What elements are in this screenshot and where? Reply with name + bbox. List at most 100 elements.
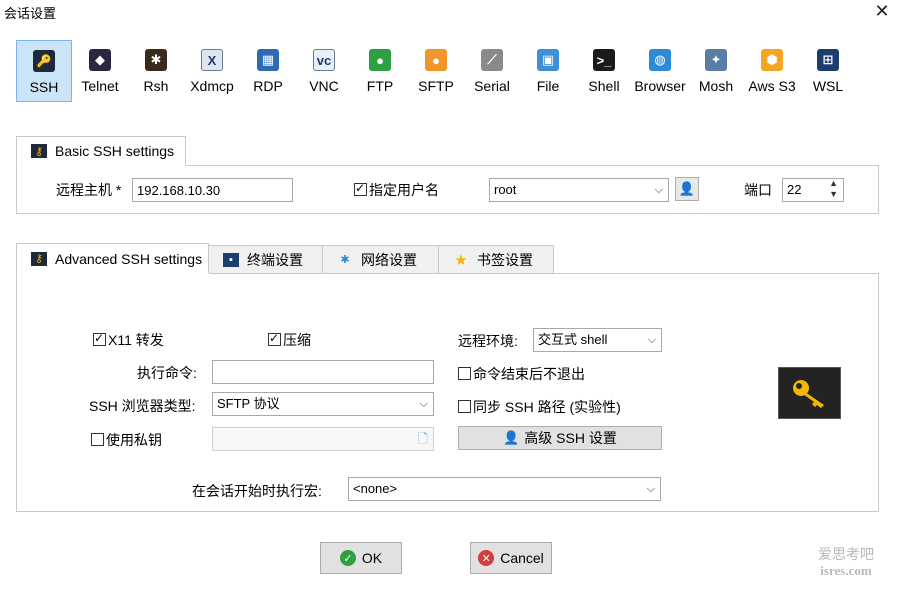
- shell-terminal-icon: >_: [593, 49, 615, 71]
- protocol-label: WSL: [812, 78, 844, 94]
- protocol-ssh[interactable]: 🔑 SSH: [16, 40, 72, 102]
- specify-username-check-icon: [354, 181, 367, 196]
- compression-check-icon: [268, 331, 281, 346]
- compression-checkbox[interactable]: 压缩: [268, 330, 311, 350]
- remote-env-label: 远程环境:: [458, 333, 518, 349]
- macro-combo[interactable]: <none> ⌵: [348, 477, 661, 501]
- tab-advanced-0[interactable]: ⚷ Advanced SSH settings: [16, 243, 209, 274]
- username-value: root: [494, 182, 517, 197]
- follow-ssh-path-label: 同步 SSH 路径 (实验性): [473, 399, 621, 415]
- watermark-line2: isres.com: [820, 563, 872, 578]
- protocol-aws-s3[interactable]: ⬢ Aws S3: [744, 40, 800, 102]
- mosh-antenna-icon: ✦: [705, 49, 727, 71]
- x11-forwarding-checkbox[interactable]: X11 转发: [93, 330, 164, 350]
- protocol-file[interactable]: ▣ File: [520, 40, 576, 102]
- execute-command-input[interactable]: [212, 360, 434, 384]
- key-icon: ⚷: [31, 251, 47, 266]
- private-key-path-field[interactable]: 🗋: [212, 427, 434, 451]
- port-spinner[interactable]: 22 ▲ ▼: [782, 178, 844, 202]
- file-monitor-icon: ▣: [537, 49, 559, 71]
- protocol-telnet[interactable]: ◆ Telnet: [72, 40, 128, 102]
- tab-advanced-2[interactable]: ✱ 网络设置: [322, 245, 439, 274]
- protocol-rdp[interactable]: ▦ RDP: [240, 40, 296, 102]
- cancel-label: Cancel: [500, 550, 544, 566]
- do-not-exit-label: 命令结束后不退出: [473, 366, 585, 382]
- tab-advanced-3[interactable]: ★ 书签设置: [438, 245, 554, 274]
- bookmark-star-icon: ★: [454, 251, 468, 269]
- tab-label: Advanced SSH settings: [55, 250, 203, 267]
- network-settings-icon: ✱: [340, 254, 350, 266]
- protocol-rsh[interactable]: ✱ Rsh: [128, 40, 184, 102]
- cancel-x-circle-icon: ✕: [478, 550, 495, 566]
- remote-env-value: 交互式 shell: [538, 332, 608, 347]
- port-label: 端口: [744, 182, 772, 198]
- macro-value: <none>: [353, 481, 398, 496]
- cancel-button[interactable]: ✕ Cancel: [470, 542, 552, 574]
- spinner-arrows-icon: ▲ ▼: [829, 178, 838, 199]
- ftp-icon: ●: [369, 49, 391, 71]
- ssh-browser-type-label: SSH 浏览器类型:: [89, 398, 196, 414]
- ok-button[interactable]: ✓ OK: [320, 542, 402, 574]
- browser-globe-icon: ◍: [649, 49, 671, 71]
- tab-basic-ssh-label: Basic SSH settings: [55, 143, 175, 159]
- do-not-exit-check-icon: [458, 367, 471, 380]
- execute-command-label: 执行命令:: [137, 365, 197, 381]
- ssh-key-illustration: [778, 367, 841, 419]
- user-icon: 👤: [678, 181, 696, 196]
- protocol-xdmcp[interactable]: X Xdmcp: [184, 40, 240, 102]
- protocol-ftp[interactable]: ● FTP: [352, 40, 408, 102]
- rdp-icon: ▦: [257, 49, 279, 71]
- use-private-key-label: 使用私钥: [106, 432, 162, 448]
- private-key-check-icon: [91, 433, 104, 446]
- rsh-icon: ✱: [145, 49, 167, 71]
- tab-label: 书签设置: [477, 251, 533, 268]
- advanced-ssh-settings-button[interactable]: 👤 高级 SSH 设置: [458, 426, 662, 450]
- telnet-icon: ◆: [89, 49, 111, 71]
- specify-username-checkbox[interactable]: 指定用户名: [354, 180, 439, 200]
- do-not-exit-checkbox[interactable]: 命令结束后不退出: [458, 364, 585, 384]
- tab-label: 终端设置: [247, 251, 303, 268]
- protocol-serial[interactable]: ⟋ Serial: [464, 40, 520, 102]
- protocol-sftp[interactable]: ● SFTP: [408, 40, 464, 102]
- username-combo[interactable]: root ⌵: [489, 178, 669, 202]
- file-browse-icon[interactable]: 🗋: [418, 428, 428, 450]
- check-circle-icon: ✓: [339, 550, 356, 566]
- sftp-icon: ●: [425, 49, 447, 71]
- advanced-ssh-settings-label: 高级 SSH 设置: [524, 430, 617, 446]
- remote-host-label: 远程主机 *: [56, 182, 122, 198]
- chevron-down-icon: ⌵: [419, 398, 428, 410]
- protocol-wsl[interactable]: ⊞ WSL: [800, 40, 856, 102]
- chevron-down-icon: ⌵: [647, 334, 656, 346]
- protocol-vnc[interactable]: vc VNC: [296, 40, 352, 102]
- remote-host-input[interactable]: [132, 178, 293, 202]
- user-settings-icon: 👤: [503, 430, 520, 445]
- macro-label: 在会话开始时执行宏:: [192, 483, 322, 499]
- ok-label: OK: [361, 550, 383, 566]
- vnc-icon: vc: [313, 49, 335, 71]
- specify-username-label: 指定用户名: [369, 182, 439, 198]
- remote-env-combo[interactable]: 交互式 shell ⌵: [533, 328, 662, 352]
- x11-label: X11 转发: [108, 332, 164, 348]
- ssh-browser-type-value: SFTP 协议: [217, 396, 280, 411]
- protocol-shell[interactable]: >_ Shell: [576, 40, 632, 102]
- chevron-down-icon: ⌵: [654, 184, 663, 196]
- x11-check-icon: [93, 331, 106, 346]
- protocol-mosh[interactable]: ✦ Mosh: [688, 40, 744, 102]
- tab-label: 网络设置: [361, 251, 417, 268]
- watermark-line1: 爱思考吧: [818, 548, 874, 563]
- aws-s3-icon: ⬢: [761, 49, 783, 71]
- ssh-key-icon: 🔑: [33, 50, 55, 72]
- follow-ssh-path-checkbox[interactable]: 同步 SSH 路径 (实验性): [458, 397, 621, 417]
- key-icon: ⚷: [31, 144, 47, 158]
- protocol-browser[interactable]: ◍ Browser: [632, 40, 688, 102]
- follow-ssh-path-check-icon: [458, 400, 471, 413]
- user-manager-button[interactable]: 👤: [675, 177, 699, 201]
- window-title: 会话设置: [4, 6, 57, 21]
- ssh-browser-type-combo[interactable]: SFTP 协议 ⌵: [212, 392, 434, 416]
- close-icon[interactable]: ✕: [872, 0, 892, 22]
- tab-advanced-1[interactable]: ▪ 终端设置: [208, 245, 323, 274]
- tab-basic-ssh-settings[interactable]: ⚷ Basic SSH settings: [16, 136, 186, 166]
- port-value: 22: [787, 182, 802, 197]
- use-private-key-checkbox[interactable]: 使用私钥: [91, 430, 162, 450]
- terminal-settings-icon: ▪: [223, 252, 239, 267]
